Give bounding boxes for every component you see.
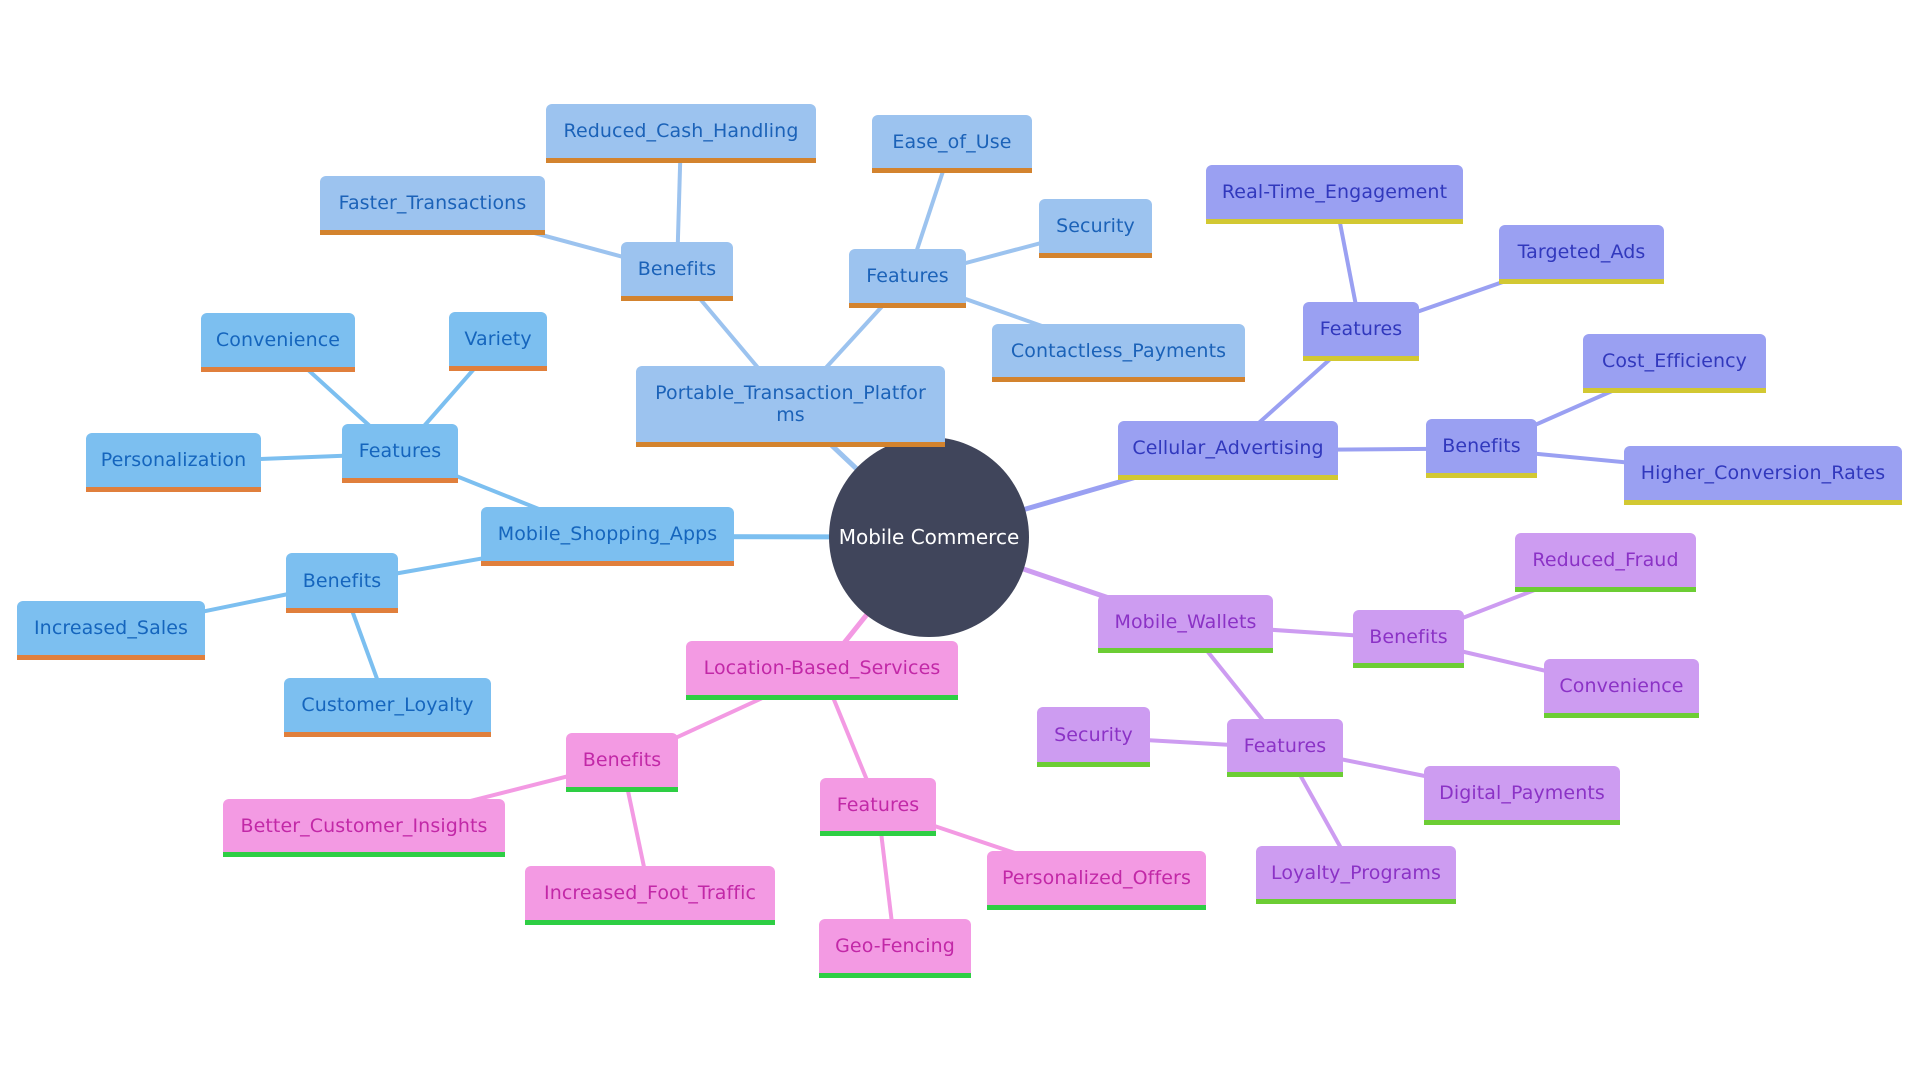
node-ptp-faster-transactions[interactable]: Faster_Transactions: [320, 176, 545, 235]
node-label: Benefits: [637, 258, 717, 280]
node-label: Personalization: [100, 449, 247, 471]
node-label: Cost_Efficiency: [1601, 350, 1748, 372]
node-label: Targeted_Ads: [1517, 241, 1646, 263]
node-lbs-features[interactable]: Features: [820, 778, 936, 836]
root-node-label: Mobile Commerce: [838, 525, 1020, 549]
node-ptp-features[interactable]: Features: [849, 249, 966, 308]
node-label: Benefits: [582, 749, 662, 771]
node-msa-convenience[interactable]: Convenience: [201, 313, 355, 372]
node-ptp-security[interactable]: Security: [1039, 199, 1152, 258]
node-ca-higher-conversion-rates[interactable]: Higher_Conversion_Rates: [1624, 446, 1902, 505]
node-label: Features: [1319, 318, 1403, 340]
node-ptp-contactless-payments[interactable]: Contactless_Payments: [992, 324, 1245, 382]
node-msa-variety[interactable]: Variety: [449, 312, 547, 371]
node-label: Security: [1054, 723, 1133, 746]
node-mw-loyalty-programs[interactable]: Loyalty_Programs: [1256, 846, 1456, 904]
node-label: Location-Based_Services: [703, 657, 941, 679]
node-lbs-benefits[interactable]: Benefits: [566, 733, 678, 792]
node-label: Higher_Conversion_Rates: [1640, 462, 1886, 484]
node-mw-features[interactable]: Features: [1227, 719, 1343, 777]
node-label: Loyalty_Programs: [1271, 861, 1441, 884]
node-ca-real-time-engagement[interactable]: Real-Time_Engagement: [1206, 165, 1463, 224]
node-portable-transaction-platforms[interactable]: Portable_Transaction_Platfor ms: [636, 366, 945, 447]
node-mw-benefits[interactable]: Benefits: [1353, 610, 1464, 668]
node-ca-targeted-ads[interactable]: Targeted_Ads: [1499, 225, 1664, 284]
node-mw-convenience[interactable]: Convenience: [1544, 659, 1699, 718]
node-label: Customer_Loyalty: [301, 694, 474, 716]
node-label: Mobile_Wallets: [1114, 610, 1257, 633]
node-label: Mobile_Shopping_Apps: [497, 523, 718, 545]
node-lbs-geo-fencing[interactable]: Geo-Fencing: [819, 919, 971, 978]
node-label: Cellular_Advertising: [1132, 437, 1324, 459]
node-label: Increased_Sales: [33, 617, 189, 639]
node-mw-reduced-fraud[interactable]: Reduced_Fraud: [1515, 533, 1696, 592]
node-label: Benefits: [1369, 625, 1448, 648]
node-label: Personalized_Offers: [1002, 867, 1191, 889]
node-lbs-better-customer-insights[interactable]: Better_Customer_Insights: [223, 799, 505, 857]
node-label: Reduced_Fraud: [1532, 549, 1679, 571]
node-lbs-personalized-offers[interactable]: Personalized_Offers: [987, 851, 1206, 910]
node-ca-cost-efficiency[interactable]: Cost_Efficiency: [1583, 334, 1766, 393]
node-label: Real-Time_Engagement: [1221, 181, 1448, 203]
node-label: Portable_Transaction_Platfor ms: [655, 382, 926, 426]
node-ptp-reduced-cash-handling[interactable]: Reduced_Cash_Handling: [546, 104, 816, 163]
node-label: Features: [1243, 734, 1327, 757]
node-label: Security: [1056, 215, 1135, 237]
node-label: Increased_Foot_Traffic: [544, 882, 756, 904]
node-label: Faster_Transactions: [338, 192, 527, 214]
node-label: Benefits: [1442, 435, 1521, 457]
node-location-based-services[interactable]: Location-Based_Services: [686, 641, 958, 700]
node-mw-security[interactable]: Security: [1037, 707, 1150, 767]
node-label: Convenience: [1559, 675, 1684, 697]
node-label: Convenience: [215, 329, 341, 351]
node-mobile-shopping-apps[interactable]: Mobile_Shopping_Apps: [481, 507, 734, 566]
node-lbs-increased-foot-traffic[interactable]: Increased_Foot_Traffic: [525, 866, 775, 925]
node-label: Better_Customer_Insights: [240, 814, 488, 837]
node-ca-benefits[interactable]: Benefits: [1426, 419, 1537, 478]
node-cellular-advertising[interactable]: Cellular_Advertising: [1118, 421, 1338, 480]
node-label: Contactless_Payments: [1010, 339, 1227, 362]
node-label: Ease_of_Use: [892, 130, 1012, 153]
node-label: Benefits: [302, 569, 382, 592]
node-mw-digital-payments[interactable]: Digital_Payments: [1424, 766, 1620, 825]
node-msa-features[interactable]: Features: [342, 424, 458, 483]
node-msa-personalization[interactable]: Personalization: [86, 433, 261, 492]
node-label: Variety: [464, 328, 532, 350]
node-msa-customer-loyalty[interactable]: Customer_Loyalty: [284, 678, 491, 737]
node-msa-increased-sales[interactable]: Increased_Sales: [17, 601, 205, 660]
node-label: Features: [836, 793, 920, 816]
node-ptp-ease-of-use[interactable]: Ease_of_Use: [872, 115, 1032, 173]
node-label: Features: [866, 265, 949, 287]
node-label: Features: [358, 440, 442, 462]
node-label: Geo-Fencing: [835, 935, 955, 957]
node-mobile-wallets[interactable]: Mobile_Wallets: [1098, 595, 1273, 653]
root-node-mobile-commerce[interactable]: Mobile Commerce: [829, 437, 1029, 637]
node-ptp-benefits[interactable]: Benefits: [621, 242, 733, 301]
node-label: Digital_Payments: [1439, 782, 1605, 804]
node-msa-benefits[interactable]: Benefits: [286, 553, 398, 613]
node-label: Reduced_Cash_Handling: [563, 120, 799, 142]
node-ca-features[interactable]: Features: [1303, 302, 1419, 361]
